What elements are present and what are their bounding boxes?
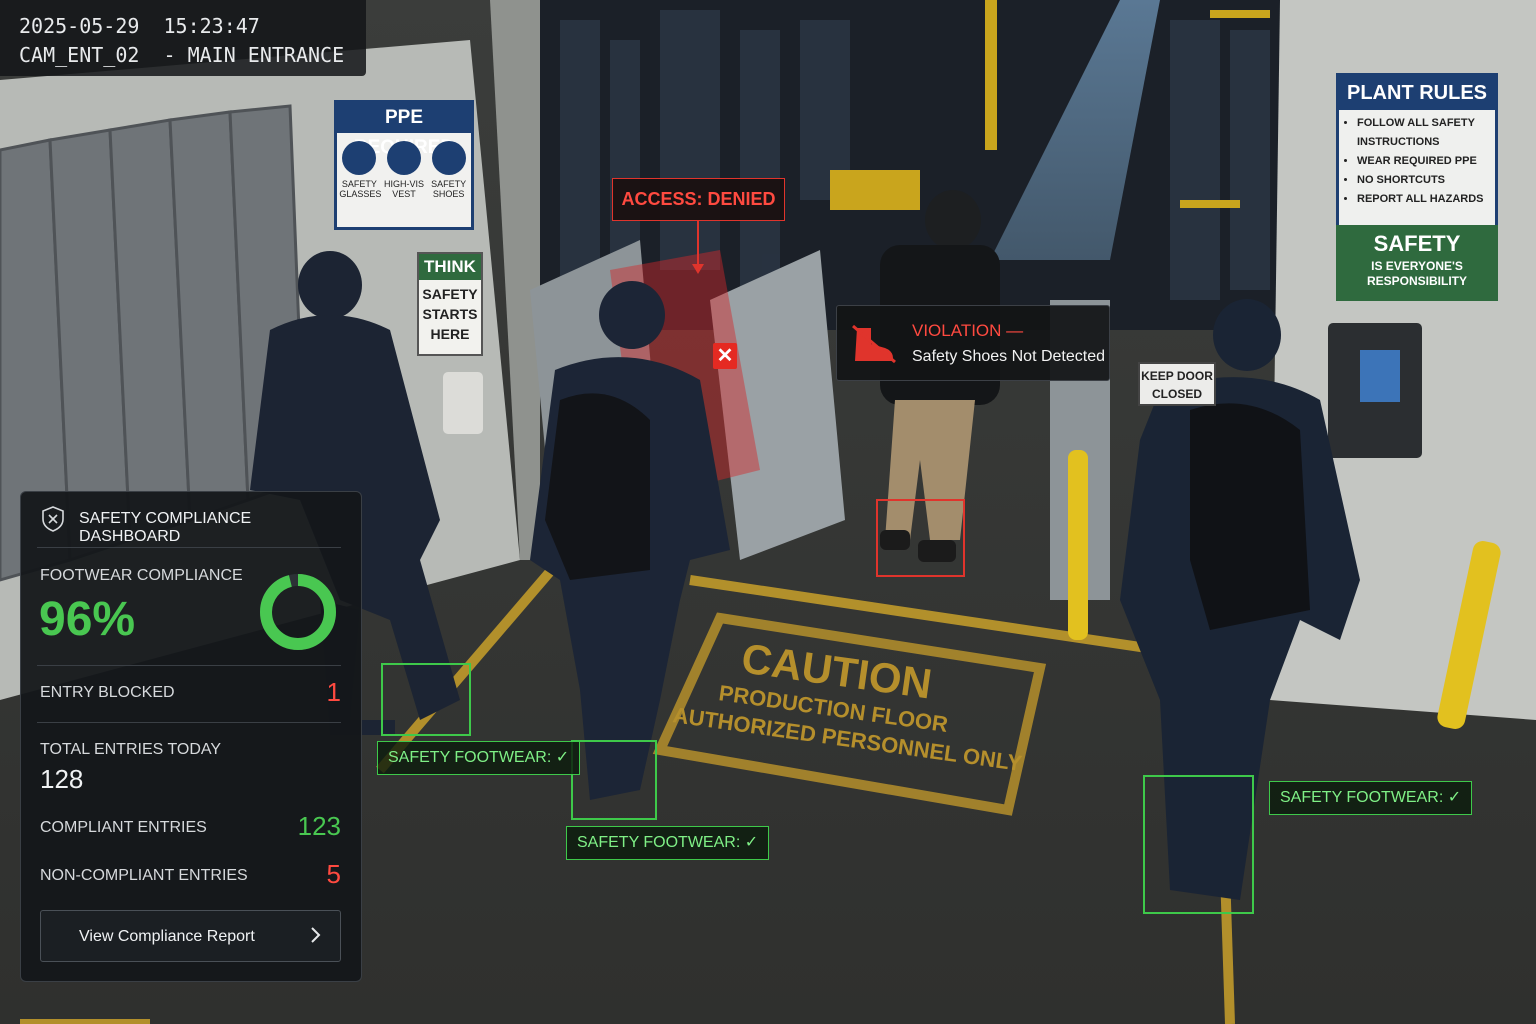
boot-warning-icon bbox=[852, 324, 896, 364]
footwear-detection-box-violation bbox=[876, 499, 965, 577]
violation-alert-card: VIOLATION — Safety Shoes Not Detected bbox=[836, 305, 1110, 381]
high-vis-vest-icon bbox=[386, 141, 421, 175]
safety-glasses-icon bbox=[342, 141, 377, 175]
plant-rules-title: PLANT RULES bbox=[1339, 76, 1495, 110]
safety-footwear-tag: SAFETY FOOTWEAR: ✓ bbox=[566, 826, 770, 860]
entry-blocked-value: 1 bbox=[326, 677, 341, 707]
ppe-sign-title: PPE REQUIRED bbox=[337, 103, 471, 158]
plant-rule-item: NO SHORTCUTS bbox=[1357, 171, 1495, 190]
ppe-item-label: SAFETY SHOES bbox=[431, 179, 467, 199]
view-compliance-report-button[interactable]: View Compliance Report bbox=[40, 910, 341, 962]
entry-blocked-label: ENTRY BLOCKED bbox=[40, 684, 175, 701]
safety-responsibility-banner: SAFETY IS EVERYONE'S RESPONSIBILITY bbox=[1336, 225, 1498, 301]
camera-id: CAM_ENT_02 - MAIN ENTRANCE bbox=[19, 43, 345, 67]
safety-compliance-dashboard: SAFETY COMPLIANCE DASHBOARD FOOTWEAR COM… bbox=[20, 491, 362, 982]
gate-denied-indicator: ✕ bbox=[713, 343, 737, 369]
footwear-detection-box bbox=[381, 663, 471, 736]
dashboard-header: SAFETY COMPLIANCE DASHBOARD bbox=[37, 492, 341, 548]
ppe-item-label: SAFETY GLASSES bbox=[339, 179, 382, 199]
safety-banner-subtitle: IS EVERYONE'S RESPONSIBILITY bbox=[1366, 259, 1467, 288]
keep-door-closed-sign: KEEP DOOR CLOSED bbox=[1138, 362, 1216, 406]
non-compliant-entries-value: 5 bbox=[326, 859, 341, 889]
compliant-entries-label: COMPLIANT ENTRIES bbox=[40, 819, 207, 836]
sanitizer-dispenser bbox=[443, 372, 483, 434]
access-denied-alert: ACCESS: DENIED bbox=[612, 178, 785, 221]
compliant-entries-value: 123 bbox=[297, 811, 341, 841]
plant-rule-item: FOLLOW ALL SAFETY INSTRUCTIONS bbox=[1357, 114, 1495, 152]
access-alert-pointer bbox=[692, 220, 704, 274]
total-entries-value: 128 bbox=[40, 764, 84, 794]
compliance-donut-arc bbox=[260, 574, 336, 650]
shield-icon bbox=[42, 506, 64, 532]
safety-banner-title: SAFETY bbox=[1373, 231, 1461, 256]
footwear-detection-box bbox=[571, 740, 657, 820]
think-sign-line: SAFETY bbox=[422, 286, 478, 302]
ppe-required-sign: PPE REQUIRED SAFETY GLASSES HIGH-VIS VES… bbox=[334, 100, 474, 230]
ppe-item-label: HIGH-VIS VEST bbox=[383, 179, 424, 199]
footwear-compliance-label: FOOTWEAR COMPLIANCE bbox=[40, 567, 243, 584]
safety-footwear-tag: SAFETY FOOTWEAR: ✓ bbox=[377, 741, 581, 775]
think-sign-title: THINK bbox=[419, 254, 481, 280]
safety-footwear-tag: SAFETY FOOTWEAR: ✓ bbox=[1269, 781, 1473, 815]
think-sign-line: HERE bbox=[430, 326, 470, 342]
think-safety-sign: THINK SAFETY STARTS HERE bbox=[417, 252, 483, 356]
dashboard-title: SAFETY COMPLIANCE DASHBOARD bbox=[79, 510, 252, 545]
view-compliance-report-label: View Compliance Report bbox=[79, 928, 255, 945]
compliance-donut-chart bbox=[260, 574, 336, 650]
violation-title: VIOLATION — bbox=[912, 321, 1024, 340]
camera-timestamp-overlay: 2025-05-29 15:23:47 CAM_ENT_02 - MAIN ENT… bbox=[0, 0, 366, 76]
non-compliant-entries-label: NON-COMPLIANT ENTRIES bbox=[40, 867, 248, 884]
violation-detail: Safety Shoes Not Detected bbox=[912, 348, 1105, 365]
plant-rules-sign: PLANT RULES FOLLOW ALL SAFETY INSTRUCTIO… bbox=[1336, 73, 1498, 301]
footwear-compliance-value: 96% bbox=[39, 593, 136, 646]
chevron-right-icon bbox=[311, 927, 321, 943]
safety-shoes-icon bbox=[431, 141, 466, 175]
think-sign-line: STARTS bbox=[422, 306, 478, 322]
footwear-detection-box bbox=[1143, 775, 1254, 914]
total-entries-label: TOTAL ENTRIES TODAY bbox=[40, 741, 222, 758]
plant-rule-item: REPORT ALL HAZARDS bbox=[1357, 190, 1495, 209]
plant-rule-item: WEAR REQUIRED PPE bbox=[1357, 152, 1495, 171]
camera-datetime: 2025-05-29 15:23:47 bbox=[19, 14, 260, 38]
